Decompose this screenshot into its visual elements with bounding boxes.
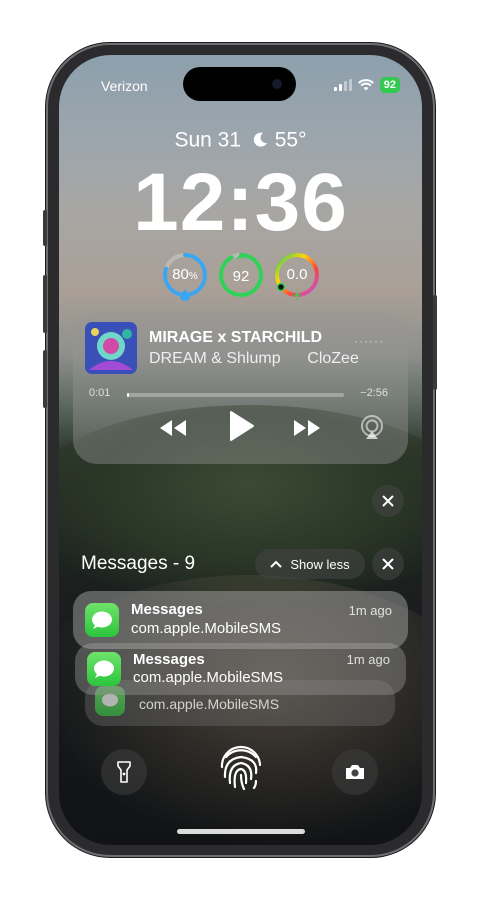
- track-title: MIRAGE x STARCHILD: [149, 329, 323, 346]
- wifi-icon: [357, 79, 374, 91]
- show-less-label: Show less: [290, 556, 350, 572]
- dismiss-media-button[interactable]: [372, 485, 404, 517]
- remaining-time: −2:56: [360, 387, 388, 399]
- volume-down-button: [43, 350, 47, 408]
- fast-forward-button[interactable]: [291, 412, 323, 444]
- fingerprint-icon[interactable]: [216, 743, 266, 793]
- dynamic-island: [183, 67, 296, 101]
- activity-value: 92: [232, 268, 250, 285]
- temperature-label: 55°: [274, 128, 307, 152]
- camera-button[interactable]: [332, 749, 378, 795]
- airplay-icon[interactable]: [359, 414, 385, 440]
- sun-icon: [292, 290, 302, 300]
- lock-clock[interactable]: 12:36: [59, 155, 422, 251]
- progress-scrubber[interactable]: [127, 393, 344, 397]
- notification-body: com.apple.MobileSMS: [133, 669, 284, 686]
- lock-screen: Verizon 92 Sun 31 55° 12:36 80% 92 0.0 M…: [59, 55, 422, 845]
- date-weather[interactable]: Sun 31 55°: [59, 128, 422, 152]
- camera-icon: [346, 765, 364, 779]
- humidity-unit: %: [188, 271, 198, 282]
- messages-app-icon: [87, 652, 121, 686]
- home-indicator[interactable]: [177, 829, 305, 834]
- notification-group-title: Messages - 9: [81, 553, 196, 574]
- play-button[interactable]: [225, 408, 257, 444]
- elapsed-time: 0:01: [89, 387, 111, 399]
- notification-app-name: Messages: [133, 651, 205, 668]
- flashlight-icon: [117, 761, 131, 783]
- moon-icon: [253, 133, 267, 148]
- humidity-widget[interactable]: 80%: [161, 251, 209, 301]
- widget-row[interactable]: 80% 92 0.0: [161, 251, 321, 303]
- side-button: [433, 295, 437, 390]
- action-button: [43, 210, 47, 246]
- carrier-name: Verizon: [101, 78, 148, 94]
- close-icon: [382, 558, 394, 570]
- droplet-icon: [180, 289, 190, 301]
- message-bubble-icon: [94, 660, 114, 678]
- chevron-up-icon: [270, 560, 283, 568]
- close-icon: [382, 495, 394, 507]
- uv-value: 0.0: [286, 266, 308, 283]
- notification-body: com.apple.MobileSMS: [139, 696, 280, 712]
- show-less-button[interactable]: Show less: [255, 549, 365, 579]
- notification-card[interactable]: Messages com.apple.MobileSMS 1m ago: [75, 643, 406, 695]
- date-label: Sun 31: [174, 128, 242, 152]
- now-playing-card[interactable]: MIRAGE x STARCHILD ······ DREAM & Shlump…: [73, 312, 408, 464]
- flashlight-button[interactable]: [101, 749, 147, 795]
- activity-icon: [236, 253, 246, 260]
- notification-app-name: Messages: [131, 601, 203, 618]
- status-icons: 92: [333, 77, 400, 93]
- volume-up-button: [43, 275, 47, 333]
- track-artist: DREAM & Shlump CloZee: [149, 350, 359, 367]
- signal-icon: [333, 79, 352, 91]
- messages-app-icon: [85, 603, 119, 637]
- message-bubble-icon: [92, 611, 112, 629]
- humidity-value: 80: [172, 266, 189, 283]
- progress-fill: [127, 393, 130, 397]
- rewind-button[interactable]: [157, 412, 189, 444]
- notification-time: 1m ago: [346, 652, 390, 667]
- uv-widget[interactable]: 0.0: [273, 251, 321, 300]
- battery-indicator: 92: [379, 77, 400, 93]
- audio-wave-icon: ······: [354, 334, 384, 348]
- clear-notifications-button[interactable]: [372, 548, 404, 580]
- notification-body: com.apple.MobileSMS: [131, 620, 282, 637]
- notification-card[interactable]: Messages com.apple.MobileSMS 1m ago: [73, 591, 408, 649]
- album-art[interactable]: [85, 322, 137, 374]
- notification-time: 1m ago: [348, 603, 392, 618]
- activity-widget[interactable]: 92: [217, 251, 265, 299]
